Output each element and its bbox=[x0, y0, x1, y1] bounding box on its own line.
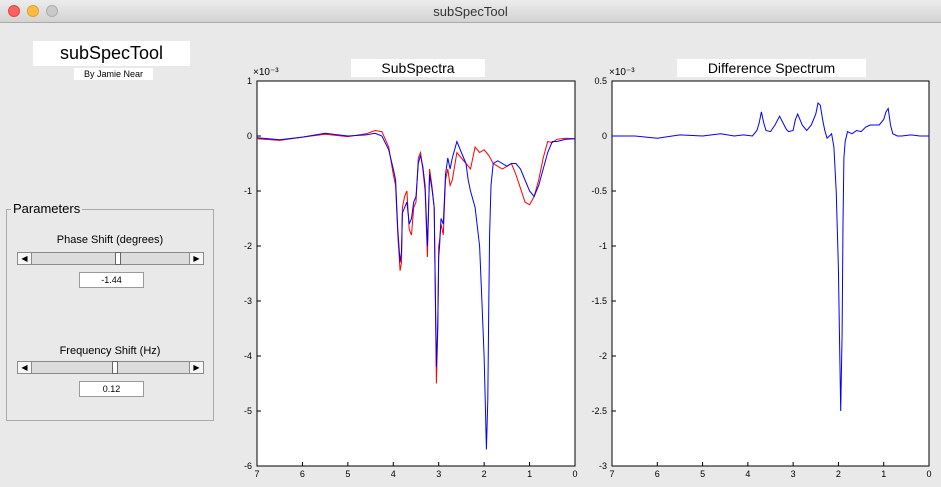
difference-spectrum-exponent: ×10⁻³ bbox=[609, 67, 635, 78]
difference-spectrum-x-tick-label: 3 bbox=[791, 469, 796, 479]
difference-spectrum-y-tick-label: -2.5 bbox=[591, 406, 607, 416]
subspectra-x-tick-label: 2 bbox=[482, 469, 487, 479]
subspectra-y-tick-label: 0 bbox=[247, 131, 252, 141]
subspectra-y-tick-label: -3 bbox=[244, 296, 252, 306]
difference-spectrum-axes bbox=[611, 80, 930, 467]
difference-spectrum-y-tick-label: -2 bbox=[599, 351, 607, 361]
difference-spectrum-y-tick-label: -3 bbox=[599, 461, 607, 471]
subspectra-y-tick-label: -6 bbox=[244, 461, 252, 471]
subspectra-x-tick-label: 5 bbox=[345, 469, 350, 479]
difference-spectrum-x-tick-label: 4 bbox=[745, 469, 750, 479]
subspectra-y-tick-label: 1 bbox=[247, 76, 252, 86]
subspectra-axes bbox=[256, 80, 576, 467]
subspectra-exponent: ×10⁻³ bbox=[253, 67, 279, 78]
difference-spectrum-x-tick-label: 6 bbox=[655, 469, 660, 479]
subspectra-x-tick-label: 6 bbox=[300, 469, 305, 479]
subspectra-y-tick-label: -5 bbox=[244, 406, 252, 416]
difference-spectrum-y-tick-label: -1.5 bbox=[591, 296, 607, 306]
difference-spectrum-x-tick-label: 7 bbox=[609, 469, 614, 479]
subspectra-x-tick-label: 1 bbox=[527, 469, 532, 479]
difference-spectrum-x-tick-label: 0 bbox=[926, 469, 931, 479]
difference-spectrum-y-tick-label: 0 bbox=[602, 131, 607, 141]
subspectra-y-tick-label: -2 bbox=[244, 241, 252, 251]
difference-spectrum-y-tick-label: 0.5 bbox=[594, 76, 607, 86]
charts-canvas: ×10⁻³ ×10⁻³ 7 6 5 4 3 2 1 010-1-2-3-4-5-67 6 5 4 3 2… bbox=[244, 67, 932, 479]
difference-spectrum-y-tick-label: -0.5 bbox=[591, 186, 607, 196]
subspectra-x-tick-label: 3 bbox=[436, 469, 441, 479]
difference-spectrum-x-tick-label: 1 bbox=[881, 469, 886, 479]
subspectra-y-tick-label: -1 bbox=[244, 186, 252, 196]
difference-spectrum-y-tick-label: -1 bbox=[599, 241, 607, 251]
subspectra-y-tick-label: -4 bbox=[244, 351, 252, 361]
difference-spectrum-x-tick-label: 2 bbox=[836, 469, 841, 479]
subspectra-x-tick-label: 0 bbox=[572, 469, 577, 479]
difference-spectrum-x-tick-label: 5 bbox=[700, 469, 705, 479]
subspectra-x-tick-label: 7 bbox=[254, 469, 259, 479]
subspectra-x-tick-label: 4 bbox=[391, 469, 396, 479]
